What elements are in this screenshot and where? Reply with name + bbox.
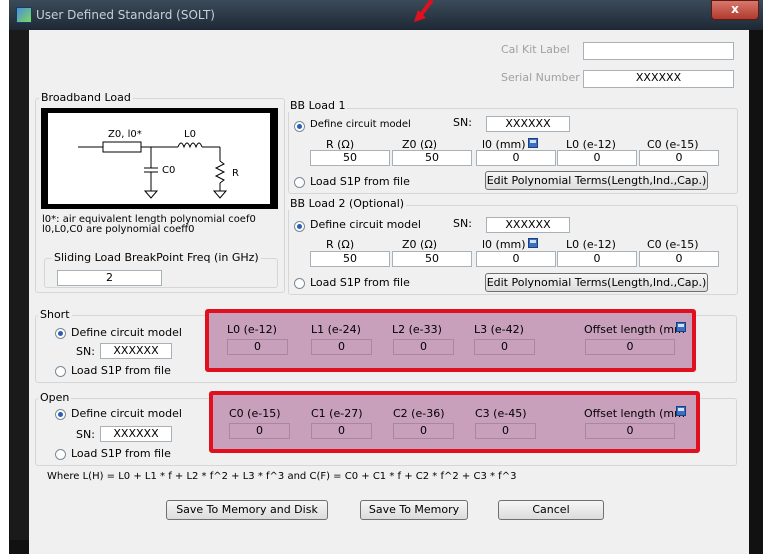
save-memory-button[interactable]: Save To Memory	[360, 500, 468, 520]
bb2-l0mm-input[interactable]: 0	[476, 251, 556, 267]
bb2-l0mm-label: l0 (mm)	[482, 238, 526, 251]
short-col-1-label: L1 (e-24)	[311, 323, 361, 336]
circuit-schematic-canvas: Z0, l0* L0 C0 R	[48, 113, 270, 204]
breakpoint-label: Sliding Load BreakPoint Freq (in GHz)	[52, 251, 261, 264]
calculator-icon[interactable]	[528, 238, 538, 248]
open-sn-label: SN:	[76, 428, 95, 441]
broadband-load-title: Broadband Load	[39, 91, 133, 104]
bb1-sn-input[interactable]: XXXXXX	[486, 116, 570, 132]
serial-number-input[interactable]: XXXXXX	[583, 70, 734, 88]
serial-number-label: Serial Number	[501, 71, 580, 84]
bb2-z0-input[interactable]: 50	[392, 251, 472, 267]
bb1-z0-input[interactable]: 50	[392, 150, 472, 166]
bb1-define-label: Define circuit model	[310, 119, 411, 130]
bb1-s1p-label: Load S1P from file	[310, 175, 410, 188]
bb2-s1p-label: Load S1P from file	[310, 276, 410, 289]
bb1-define-radio[interactable]	[294, 121, 305, 132]
open-define-label: Define circuit model	[71, 407, 182, 420]
bb1-s1p-radio[interactable]	[294, 177, 305, 188]
short-col-0-input[interactable]: 0	[227, 339, 288, 355]
calculator-icon[interactable]	[676, 406, 686, 416]
open-col-2-label: C2 (e-36)	[393, 407, 445, 420]
bb2-sn-input[interactable]: XXXXXX	[486, 217, 570, 233]
open-title: Open	[38, 391, 72, 404]
bb2-L0-input[interactable]: 0	[557, 251, 637, 267]
bb1-r-input[interactable]: 50	[310, 150, 390, 166]
short-title: Short	[38, 308, 72, 321]
bb1-l0mm-input[interactable]: 0	[476, 150, 556, 166]
schematic-c-label: C0	[162, 165, 175, 176]
short-offset-label: Offset length (mm	[584, 323, 685, 336]
bb1-edit-poly-button[interactable]: Edit Polynomial Terms(Length,Ind.,Cap.)	[485, 171, 708, 190]
short-define-label: Define circuit model	[71, 326, 182, 339]
open-s1p-label: Load S1P from file	[71, 447, 171, 460]
short-col-2-input[interactable]: 0	[393, 339, 454, 355]
broadband-note-2: l0,L0,C0 are polynomial coeff0	[42, 224, 195, 235]
save-memory-disk-button[interactable]: Save To Memory and Disk	[166, 500, 328, 520]
bb1-sn-label: SN:	[453, 116, 472, 129]
open-col-2-input[interactable]: 0	[393, 423, 454, 439]
short-sn-label: SN:	[76, 345, 95, 358]
short-define-radio[interactable]	[55, 328, 66, 339]
short-s1p-radio[interactable]	[55, 366, 66, 377]
open-offset-label: Offset length (mm	[584, 407, 685, 420]
bb2-z0-label: Z0 (Ω)	[402, 238, 438, 251]
open-highlight-box	[209, 391, 700, 453]
bb2-r-label: R (Ω)	[326, 238, 355, 251]
bb2-C0-input[interactable]: 0	[639, 251, 719, 267]
window-title: User Defined Standard (SOLT)	[36, 8, 215, 22]
short-col-3-input[interactable]: 0	[474, 339, 535, 355]
short-offset-input[interactable]: 0	[585, 339, 675, 355]
schematic-z-label: Z0, l0*	[108, 129, 142, 140]
bb2-r-input[interactable]: 50	[310, 251, 390, 267]
open-col-3-input[interactable]: 0	[475, 423, 536, 439]
circuit-diagram: Z0, l0* L0 C0 R	[78, 129, 239, 199]
short-s1p-label: Load S1P from file	[71, 364, 171, 377]
schematic-r-label: R	[232, 168, 239, 179]
bb2-define-radio[interactable]	[294, 221, 305, 232]
breakpoint-input[interactable]: 2	[57, 270, 162, 286]
app-icon	[16, 7, 32, 23]
bb2-C0-label: C0 (e-15)	[647, 238, 699, 251]
open-define-radio[interactable]	[55, 409, 66, 420]
short-col-1-input[interactable]: 0	[311, 339, 372, 355]
bb2-edit-poly-button[interactable]: Edit Polynomial Terms(Length,Ind.,Cap.)	[485, 273, 708, 292]
short-col-0-label: L0 (e-12)	[227, 323, 277, 336]
cal-kit-label: Cal Kit Label	[501, 43, 570, 56]
open-offset-input[interactable]: 0	[585, 423, 675, 439]
open-col-1-input[interactable]: 0	[311, 423, 372, 439]
calculator-icon[interactable]	[676, 322, 686, 332]
open-col-0-label: C0 (e-15)	[229, 407, 281, 420]
red-arrow-annotation	[414, 0, 434, 22]
short-sn-input[interactable]: XXXXXX	[100, 343, 172, 359]
open-col-3-label: C3 (e-45)	[475, 407, 527, 420]
short-col-2-label: L2 (e-33)	[392, 323, 442, 336]
bb-load-2-title: BB Load 2 (Optional)	[288, 197, 407, 210]
open-s1p-radio[interactable]	[55, 449, 66, 460]
formula-text: Where L(H) = L0 + L1 * f + L2 * f^2 + L3…	[47, 471, 517, 482]
close-button[interactable]: x	[711, 0, 759, 20]
open-col-0-input[interactable]: 0	[229, 423, 290, 439]
bb2-sn-label: SN:	[453, 217, 472, 230]
bb-load-1-title: BB Load 1	[288, 99, 348, 112]
bb2-L0-label: L0 (e-12)	[566, 238, 616, 251]
bb1-L0-input[interactable]: 0	[557, 150, 637, 166]
schematic-l-label: L0	[184, 129, 196, 140]
calculator-icon[interactable]	[528, 138, 538, 148]
left-frame-edge	[10, 30, 29, 540]
open-col-1-label: C1 (e-27)	[311, 407, 363, 420]
bb2-define-label: Define circuit model	[310, 218, 421, 231]
bb1-C0-input[interactable]: 0	[639, 150, 719, 166]
cancel-button[interactable]: Cancel	[498, 500, 604, 520]
open-sn-input[interactable]: XXXXXX	[100, 426, 172, 442]
bb2-s1p-radio[interactable]	[294, 278, 305, 289]
cal-kit-input[interactable]	[583, 42, 734, 60]
short-col-3-label: L3 (e-42)	[474, 323, 524, 336]
